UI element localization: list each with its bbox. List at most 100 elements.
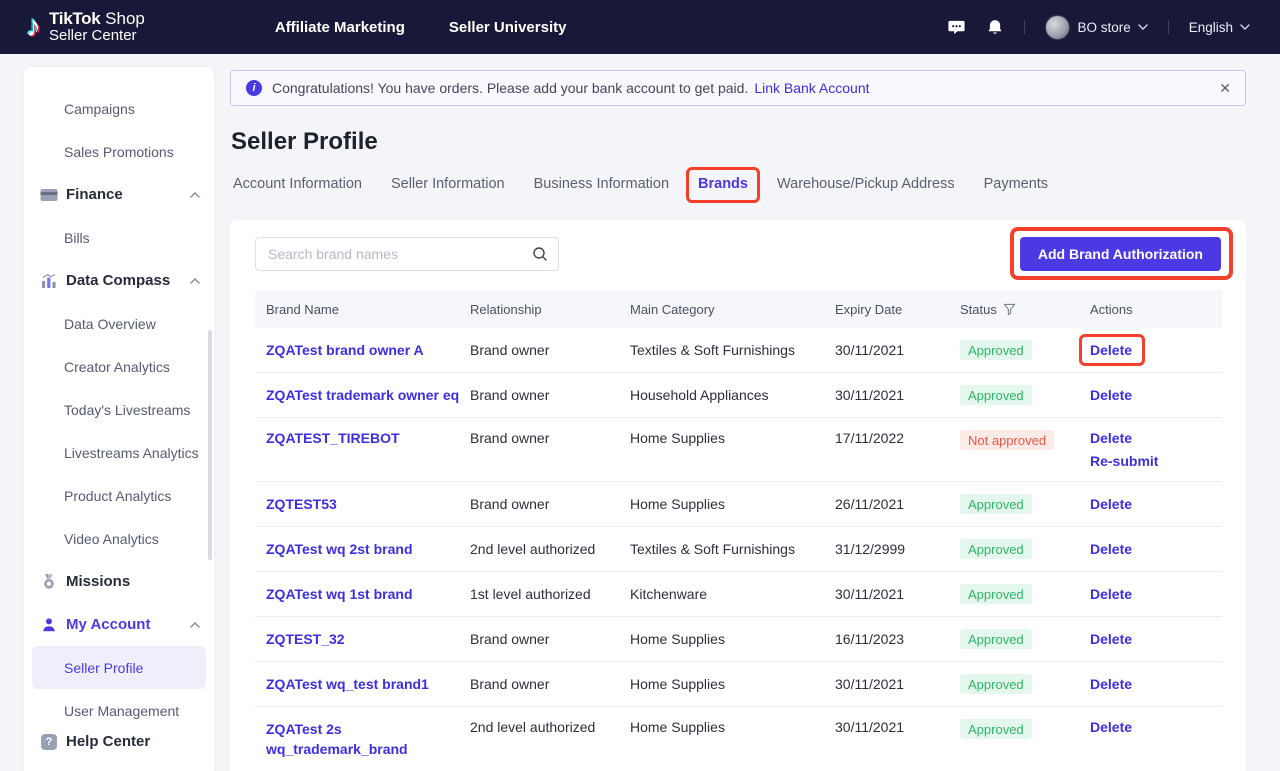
sidebar-item-label: Today's Livestreams bbox=[64, 402, 190, 418]
nav-link-affiliate-marketing[interactable]: Affiliate Marketing bbox=[275, 19, 405, 36]
sidebar-item-bills[interactable]: Bills bbox=[24, 216, 214, 259]
sidebar-item-livestreams-analytics[interactable]: Livestreams Analytics bbox=[24, 431, 214, 474]
add-brand-authorization-button[interactable]: Add Brand Authorization bbox=[1020, 237, 1221, 271]
language-label: English bbox=[1189, 20, 1233, 35]
sidebar-item-missions[interactable]: Missions bbox=[24, 560, 214, 603]
brand-name-link[interactable]: ZQTEST_32 bbox=[266, 631, 345, 647]
sidebar-item-seller-profile[interactable]: Seller Profile bbox=[32, 646, 206, 689]
status-badge: Approved bbox=[960, 539, 1032, 559]
tab-seller-information[interactable]: Seller Information bbox=[389, 172, 507, 204]
sidebar-item-data-overview[interactable]: Data Overview bbox=[24, 302, 214, 345]
link-bank-account-link[interactable]: Link Bank Account bbox=[754, 80, 869, 96]
store-switcher[interactable]: BO store bbox=[1045, 15, 1147, 40]
tab-label: Warehouse/Pickup Address bbox=[777, 176, 955, 192]
relationship-cell: Brand owner bbox=[470, 430, 630, 446]
tab-warehouse-pickup-address[interactable]: Warehouse/Pickup Address bbox=[775, 172, 957, 204]
person-icon bbox=[40, 617, 58, 633]
sidebar-item-video-analytics[interactable]: Video Analytics bbox=[24, 517, 214, 560]
delete-action[interactable]: Delete bbox=[1090, 586, 1132, 602]
sidebar-item-product-analytics[interactable]: Product Analytics bbox=[24, 474, 214, 517]
expiry-cell: 30/11/2021 bbox=[835, 719, 960, 735]
seller-center-screen: ♪ TikTok Shop Seller Center Affiliate Ma… bbox=[0, 0, 1280, 771]
brand-name-link[interactable]: ZQATest trademark owner eq bbox=[266, 387, 459, 403]
search-icon[interactable] bbox=[532, 246, 548, 262]
table-row: ZQATest wq 1st brand 1st level authorize… bbox=[255, 572, 1222, 617]
column-header-main-category: Main Category bbox=[630, 302, 835, 317]
brand-name-link[interactable]: ZQATest wq_test brand1 bbox=[266, 676, 429, 692]
table-row: ZQATest 2s wq_trademark_brand 2nd level … bbox=[255, 707, 1222, 771]
store-name: BO store bbox=[1077, 20, 1130, 35]
column-header-expiry-date: Expiry Date bbox=[835, 302, 960, 317]
status-badge: Approved bbox=[960, 629, 1032, 649]
sidebar-item-finance[interactable]: Finance bbox=[24, 173, 214, 216]
category-cell: Household Appliances bbox=[630, 387, 835, 403]
brand-name-link[interactable]: ZQTEST53 bbox=[266, 496, 337, 512]
delete-action[interactable]: Delete bbox=[1090, 676, 1132, 692]
bank-account-banner: i Congratulations! You have orders. Plea… bbox=[230, 70, 1246, 106]
category-cell: Home Supplies bbox=[630, 631, 835, 647]
tab-payments[interactable]: Payments bbox=[982, 172, 1050, 204]
delete-action[interactable]: Delete bbox=[1090, 541, 1132, 557]
expiry-cell: 31/12/2999 bbox=[835, 541, 960, 557]
delete-action[interactable]: Delete bbox=[1090, 496, 1132, 512]
sidebar-item-creator-analytics[interactable]: Creator Analytics bbox=[24, 345, 214, 388]
status-badge: Approved bbox=[960, 494, 1032, 514]
brand-search bbox=[255, 237, 559, 271]
info-icon: i bbox=[246, 80, 262, 96]
chevron-up-icon bbox=[190, 192, 200, 198]
chevron-up-icon bbox=[190, 278, 200, 284]
expiry-cell: 30/11/2021 bbox=[835, 387, 960, 403]
resubmit-action[interactable]: Re-submit bbox=[1090, 453, 1158, 469]
language-selector[interactable]: English bbox=[1189, 20, 1250, 35]
tab-brands[interactable]: Brands bbox=[696, 172, 750, 204]
logo-seller-center: Seller Center bbox=[49, 28, 145, 44]
add-brand-authorization-wrap: Add Brand Authorization bbox=[1020, 237, 1221, 271]
brand-name-link[interactable]: ZQATest wq 1st brand bbox=[266, 586, 413, 602]
brand-name-link[interactable]: ZQATest brand owner A bbox=[266, 342, 424, 358]
logo-shop: Shop bbox=[105, 9, 145, 28]
sidebar-item-help-center[interactable]: ? Help Center bbox=[24, 720, 214, 763]
expiry-cell: 17/11/2022 bbox=[835, 430, 960, 446]
brand-name-link[interactable]: ZQATest 2s wq_trademark_brand bbox=[266, 719, 418, 760]
category-cell: Kitchenware bbox=[630, 586, 835, 602]
search-input[interactable] bbox=[255, 237, 559, 271]
tab-label: Brands bbox=[698, 176, 748, 192]
sidebar-item-sales-promotions[interactable]: Sales Promotions bbox=[24, 130, 214, 173]
close-icon[interactable]: ✕ bbox=[1219, 81, 1231, 95]
sidebar-item-data-compass[interactable]: Data Compass bbox=[24, 259, 214, 302]
delete-action[interactable]: Delete bbox=[1090, 430, 1132, 446]
sidebar-item-label: Sales Promotions bbox=[64, 144, 174, 160]
logo-text: TikTok Shop Seller Center bbox=[49, 10, 145, 44]
status-filter-icon[interactable] bbox=[1003, 303, 1016, 316]
tab-business-information[interactable]: Business Information bbox=[532, 172, 671, 204]
delete-action[interactable]: Delete bbox=[1090, 342, 1132, 358]
store-avatar bbox=[1045, 15, 1070, 40]
sidebar-item-label: Seller Profile bbox=[64, 660, 143, 676]
chat-icon[interactable] bbox=[947, 18, 966, 37]
column-header-relationship: Relationship bbox=[470, 302, 630, 317]
sidebar-item-label: Missions bbox=[66, 573, 130, 590]
bell-icon[interactable] bbox=[986, 18, 1004, 37]
page-title: Seller Profile bbox=[231, 128, 378, 156]
column-header-status: Status bbox=[960, 302, 1090, 317]
delete-action[interactable]: Delete bbox=[1090, 631, 1132, 647]
brand-name-link[interactable]: ZQATEST_TIREBOT bbox=[266, 430, 400, 446]
brand-name-link[interactable]: ZQATest wq 2st brand bbox=[266, 541, 413, 557]
status-badge: Approved bbox=[960, 584, 1032, 604]
delete-action[interactable]: Delete bbox=[1090, 719, 1132, 735]
chevron-down-icon bbox=[1240, 24, 1250, 30]
tiktok-shop-logo[interactable]: ♪ TikTok Shop Seller Center bbox=[26, 10, 145, 44]
category-cell: Textiles & Soft Furnishings bbox=[630, 342, 835, 358]
relationship-cell: Brand owner bbox=[470, 631, 630, 647]
tab-account-information[interactable]: Account Information bbox=[231, 172, 364, 204]
sidebar-item-todays-livestreams[interactable]: Today's Livestreams bbox=[24, 388, 214, 431]
table-row: ZQATest brand owner A Brand owner Textil… bbox=[255, 328, 1222, 373]
sidebar-scrollbar[interactable] bbox=[208, 330, 212, 560]
category-cell: Home Supplies bbox=[630, 430, 835, 446]
sidebar-item-my-account[interactable]: My Account bbox=[24, 603, 214, 646]
sidebar-item-campaigns[interactable]: Campaigns bbox=[24, 87, 214, 130]
delete-action[interactable]: Delete bbox=[1090, 387, 1132, 403]
expiry-cell: 26/11/2021 bbox=[835, 496, 960, 512]
brands-table: Brand Name Relationship Main Category Ex… bbox=[255, 290, 1222, 771]
nav-link-seller-university[interactable]: Seller University bbox=[449, 19, 567, 36]
